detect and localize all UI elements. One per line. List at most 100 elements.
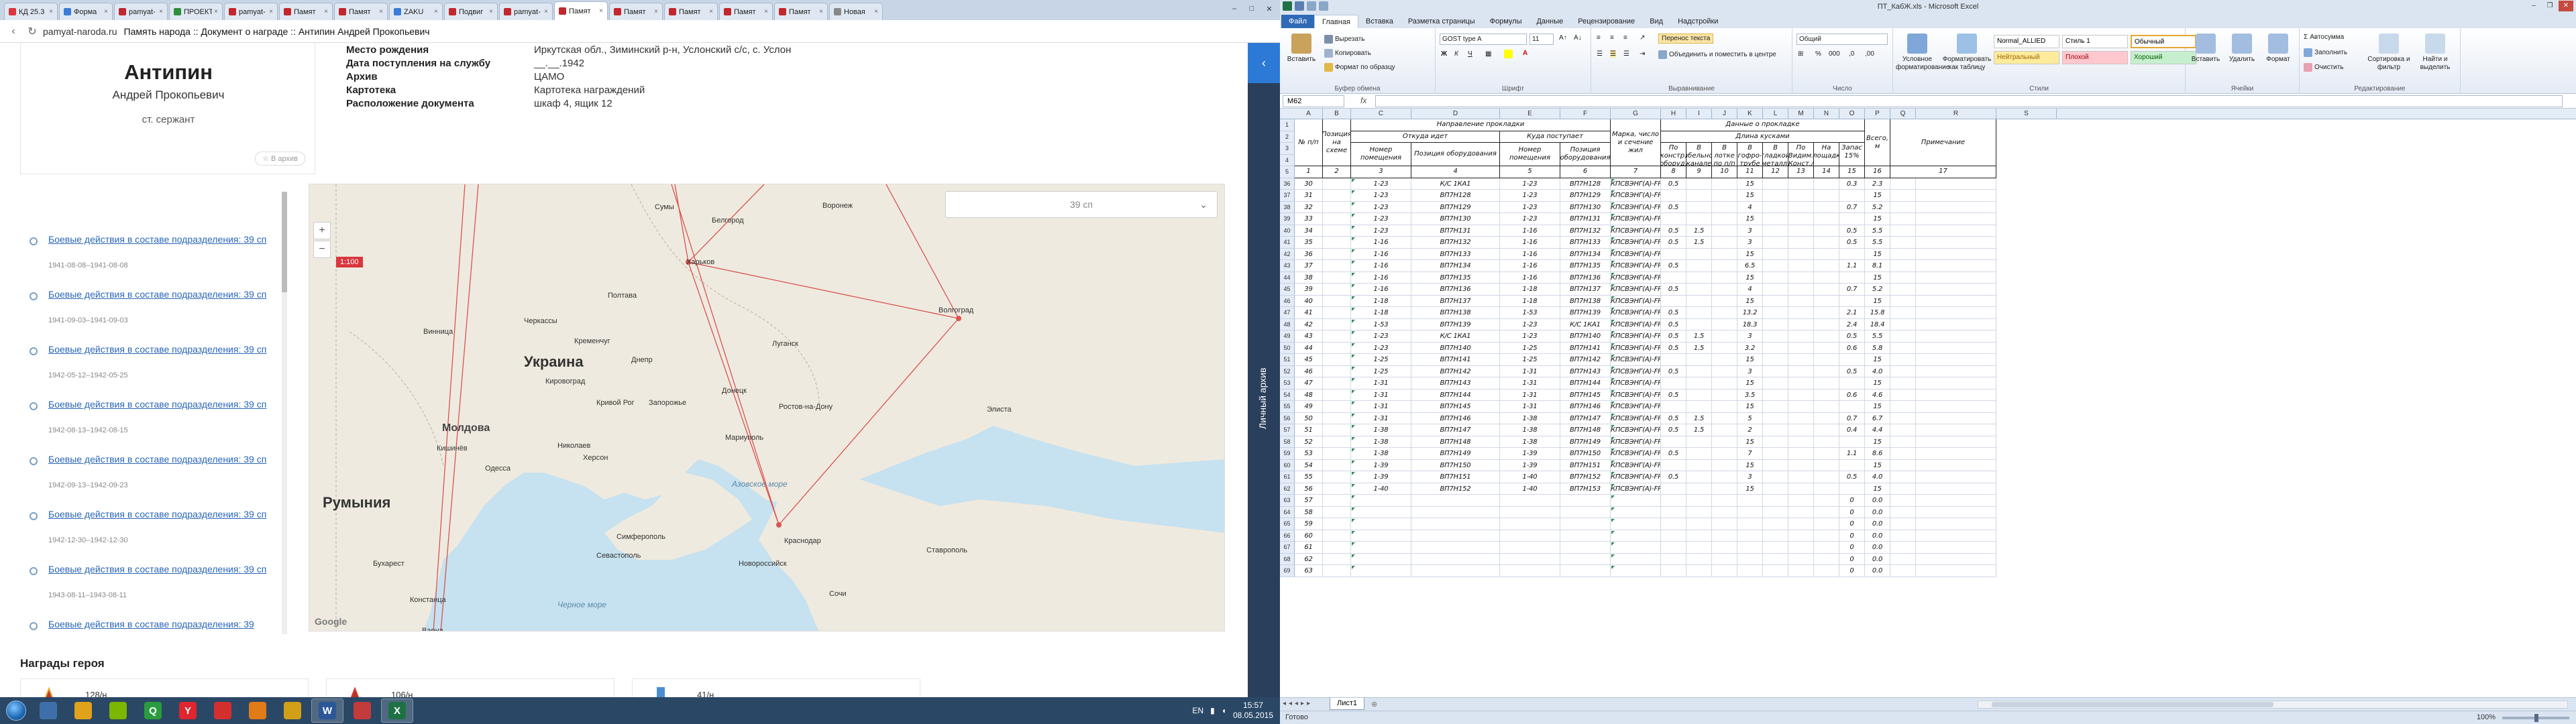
- table-cell[interactable]: [1351, 553, 1411, 565]
- table-cell[interactable]: 1-16: [1500, 272, 1560, 284]
- font-color-icon[interactable]: A: [1523, 50, 1527, 57]
- column-header[interactable]: L: [1763, 109, 1788, 119]
- table-cell[interactable]: 15: [1737, 436, 1763, 448]
- table-cell[interactable]: 0.5: [1661, 471, 1686, 483]
- header-number-cell[interactable]: 10: [1712, 166, 1737, 178]
- row-header[interactable]: 46: [1280, 295, 1295, 307]
- table-cell[interactable]: 0.5: [1661, 201, 1686, 213]
- table-cell[interactable]: [1712, 565, 1737, 577]
- table-cell[interactable]: 1.1: [1839, 448, 1865, 460]
- table-cell[interactable]: 0.7: [1839, 412, 1865, 424]
- table-cell[interactable]: 31: [1295, 190, 1323, 202]
- zoom-in-button[interactable]: +: [313, 222, 331, 239]
- header-cell[interactable]: В гофро-трубе по п/п: [1737, 143, 1763, 166]
- table-cell[interactable]: ВП7Н140: [1560, 330, 1611, 343]
- table-cell[interactable]: [1788, 518, 1814, 530]
- table-cell[interactable]: 36: [1295, 248, 1323, 260]
- table-cell[interactable]: 0.7: [1839, 284, 1865, 296]
- table-cell[interactable]: [1763, 272, 1788, 284]
- formula-input[interactable]: [1375, 95, 2563, 107]
- tab-close-icon[interactable]: ×: [159, 8, 163, 15]
- tab-close-icon[interactable]: ×: [654, 8, 658, 15]
- event-link[interactable]: Боевые действия в составе подразделения:…: [48, 563, 270, 576]
- header-cell[interactable]: По констр. оборуд.: [1661, 143, 1686, 166]
- header-number-cell[interactable]: 15: [1839, 166, 1865, 178]
- events-scrollbar-thumb[interactable]: [282, 192, 287, 292]
- table-cell[interactable]: ВП7Н136: [1560, 272, 1611, 284]
- table-cell[interactable]: [1890, 553, 1916, 565]
- header-cell[interactable]: На площадке: [1814, 143, 1839, 166]
- event-link[interactable]: Боевые действия в составе подразделения:…: [48, 398, 270, 411]
- table-cell[interactable]: [1814, 201, 1839, 213]
- orientation-icon[interactable]: ↗: [1640, 34, 1645, 42]
- table-cell[interactable]: 1-23: [1351, 213, 1411, 225]
- table-cell[interactable]: [1916, 412, 1996, 424]
- url-field[interactable]: pamyat-naroda.ru Память народа :: Докуме…: [43, 26, 430, 37]
- table-cell[interactable]: [1737, 553, 1763, 565]
- clear-button[interactable]: Очистить: [2304, 63, 2344, 72]
- table-cell[interactable]: [1814, 424, 1839, 436]
- maximize-button[interactable]: □: [1245, 3, 1258, 15]
- table-cell[interactable]: 18.3: [1737, 318, 1763, 330]
- browser-tab[interactable]: Памят ×: [279, 3, 333, 20]
- table-cell[interactable]: 1-25: [1351, 354, 1411, 366]
- table-cell[interactable]: [1763, 237, 1788, 249]
- table-cell[interactable]: 1-16: [1500, 248, 1560, 260]
- table-cell[interactable]: [1890, 295, 1916, 307]
- row-header[interactable]: 50: [1280, 342, 1295, 354]
- format-painter-button[interactable]: Формат по образцу: [1324, 63, 1395, 72]
- table-cell[interactable]: [1890, 318, 1916, 330]
- ribbon-tab[interactable]: Формулы: [1483, 15, 1529, 28]
- table-cell[interactable]: [1788, 295, 1814, 307]
- table-cell[interactable]: 1-23: [1500, 213, 1560, 225]
- style-normal-allied[interactable]: Normal_ALLIED: [1994, 35, 2059, 48]
- table-cell[interactable]: КПСВЭНГ(A)-FRLS 1x2x0,5: [1611, 401, 1661, 413]
- table-cell[interactable]: [1763, 448, 1788, 460]
- add-sheet-icon[interactable]: ⊕: [1371, 700, 1377, 709]
- table-cell[interactable]: КПСВЭНГ(A)-FRLS 1x2x0,5: [1611, 260, 1661, 272]
- increase-decimal-icon[interactable]: ,0: [1849, 50, 1854, 58]
- table-cell[interactable]: [1323, 178, 1351, 190]
- table-cell[interactable]: ВП7Н147: [1411, 424, 1500, 436]
- table-cell[interactable]: 1-18: [1351, 307, 1411, 319]
- taskbar-app[interactable]: [207, 699, 239, 723]
- table-cell[interactable]: [1661, 506, 1686, 518]
- table-cell[interactable]: КПСВЭНГ(A)-FRLS 1x2x0,5: [1611, 237, 1661, 249]
- table-cell[interactable]: 1-53: [1500, 307, 1560, 319]
- browser-tab[interactable]: ПРОЕКТ ×: [169, 3, 223, 20]
- table-cell[interactable]: 45: [1295, 354, 1323, 366]
- table-cell[interactable]: [1788, 377, 1814, 389]
- table-cell[interactable]: 0.5: [1661, 318, 1686, 330]
- browser-tab[interactable]: Новая ×: [829, 3, 883, 20]
- table-cell[interactable]: [1916, 237, 1996, 249]
- table-cell[interactable]: [1839, 354, 1865, 366]
- table-cell[interactable]: ВП7Н141: [1411, 354, 1500, 366]
- align-bottom-icon[interactable]: ≡: [1623, 34, 1627, 42]
- table-cell[interactable]: 0.5: [1839, 225, 1865, 237]
- table-cell[interactable]: 0: [1839, 495, 1865, 507]
- table-cell[interactable]: [1916, 342, 1996, 354]
- table-cell[interactable]: 15.8: [1865, 307, 1890, 319]
- table-cell[interactable]: [1611, 518, 1661, 530]
- table-cell[interactable]: [1788, 459, 1814, 471]
- table-cell[interactable]: [1411, 565, 1500, 577]
- table-cell[interactable]: [1686, 459, 1712, 471]
- unit-select[interactable]: 39 сп ⌄: [945, 191, 1218, 218]
- table-cell[interactable]: 1-16: [1351, 237, 1411, 249]
- table-cell[interactable]: [1916, 248, 1996, 260]
- table-cell[interactable]: 0.5: [1839, 471, 1865, 483]
- table-cell[interactable]: [1814, 330, 1839, 343]
- table-cell[interactable]: [1890, 272, 1916, 284]
- table-cell[interactable]: [1712, 483, 1737, 495]
- table-cell[interactable]: КПСВЭНГ(A)-FRLS 1x2x0,5: [1611, 272, 1661, 284]
- table-cell[interactable]: [1661, 213, 1686, 225]
- row-header[interactable]: 38: [1280, 201, 1295, 213]
- table-cell[interactable]: [1916, 553, 1996, 565]
- table-cell[interactable]: [1712, 518, 1737, 530]
- table-cell[interactable]: 1.5: [1686, 342, 1712, 354]
- table-cell[interactable]: [1814, 495, 1839, 507]
- table-cell[interactable]: ВП7Н135: [1560, 260, 1611, 272]
- table-cell[interactable]: [1323, 295, 1351, 307]
- table-cell[interactable]: [1763, 506, 1788, 518]
- table-cell[interactable]: [1661, 530, 1686, 542]
